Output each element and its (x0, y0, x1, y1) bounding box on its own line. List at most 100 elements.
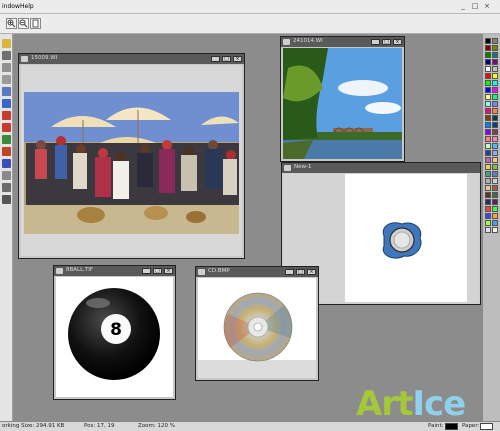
palette-swatch[interactable] (492, 150, 498, 156)
palette-swatch[interactable] (485, 213, 491, 219)
minimize-button[interactable]: _ (371, 39, 380, 45)
palette-swatch[interactable] (485, 38, 491, 44)
palette-swatch[interactable] (485, 199, 491, 205)
palette-swatch[interactable] (492, 122, 498, 128)
palette-swatch[interactable] (492, 136, 498, 142)
minimize-button[interactable]: _ (285, 269, 294, 275)
select-rect-icon[interactable] (2, 63, 11, 72)
eraser-icon[interactable] (2, 159, 11, 168)
palette-swatch[interactable] (492, 45, 498, 51)
palette-swatch[interactable] (492, 192, 498, 198)
maximize-button[interactable]: □ (296, 269, 305, 275)
image-window-15009[interactable]: 15009.WI _ □ × (18, 53, 245, 259)
palette-swatch[interactable] (492, 115, 498, 121)
palette-swatch[interactable] (492, 73, 498, 79)
palette-swatch[interactable] (485, 227, 491, 233)
palette-swatch[interactable] (485, 87, 491, 93)
palette-swatch[interactable] (485, 122, 491, 128)
minimize-button[interactable]: _ (211, 56, 220, 62)
palette-swatch[interactable] (492, 220, 498, 226)
window-canvas[interactable] (283, 48, 402, 159)
arrow-icon[interactable] (2, 51, 11, 60)
palette-swatch[interactable] (492, 66, 498, 72)
page-icon[interactable] (30, 18, 41, 29)
window-title-bar[interactable]: 241014.WI _ □ × (281, 37, 404, 47)
palette-swatch[interactable] (485, 157, 491, 163)
palette-swatch[interactable] (485, 45, 491, 51)
palette-swatch[interactable] (485, 171, 491, 177)
maximize-button[interactable]: □ (153, 268, 162, 274)
maximize-button[interactable]: □ (382, 39, 391, 45)
palette-swatch[interactable] (492, 227, 498, 233)
close-button[interactable]: × (233, 56, 242, 62)
palette-swatch[interactable] (492, 52, 498, 58)
open-icon[interactable] (2, 39, 11, 48)
menu-help[interactable]: Help (20, 3, 34, 10)
palette-swatch[interactable] (492, 108, 498, 114)
palette-swatch[interactable] (492, 185, 498, 191)
palette-swatch[interactable] (485, 59, 491, 65)
close-button[interactable]: × (307, 269, 316, 275)
palette-swatch[interactable] (492, 129, 498, 135)
image-window-cd[interactable]: CD.BMP _ □ × (195, 266, 319, 381)
palette-swatch[interactable] (492, 199, 498, 205)
palette-swatch[interactable] (492, 157, 498, 163)
bucket-icon[interactable] (2, 147, 11, 156)
maximize-button[interactable]: □ (222, 56, 231, 62)
close-button[interactable]: × (393, 39, 402, 45)
palette-swatch[interactable] (485, 185, 491, 191)
app-maximize-button[interactable]: □ (470, 2, 480, 11)
clone-icon[interactable] (2, 135, 11, 144)
palette-swatch[interactable] (492, 59, 498, 65)
stamp-icon[interactable] (2, 171, 11, 180)
palette-swatch[interactable] (485, 220, 491, 226)
zoom-out-icon[interactable] (18, 18, 29, 29)
app-minimize-button[interactable]: _ (458, 2, 468, 11)
app-close-button[interactable]: × (482, 2, 492, 11)
palette-swatch[interactable] (485, 52, 491, 58)
palette-swatch[interactable] (485, 192, 491, 198)
palette-swatch[interactable] (485, 150, 491, 156)
pencil-icon[interactable] (2, 111, 11, 120)
menu-window[interactable]: indow (2, 3, 20, 10)
window-canvas[interactable]: 8 (56, 277, 173, 397)
magnifier-icon[interactable] (2, 87, 11, 96)
eyedropper-icon[interactable] (2, 99, 11, 108)
paint-color-swatch[interactable] (445, 423, 458, 430)
palette-swatch[interactable] (492, 171, 498, 177)
palette-swatch[interactable] (485, 73, 491, 79)
zoom-in-icon[interactable] (6, 18, 17, 29)
palette-swatch[interactable] (492, 38, 498, 44)
lasso-icon[interactable] (2, 75, 11, 84)
palette-swatch[interactable] (492, 87, 498, 93)
palette-swatch[interactable] (492, 206, 498, 212)
window-canvas[interactable] (21, 65, 242, 256)
palette-swatch[interactable] (485, 66, 491, 72)
window-title-bar[interactable]: CD.BMP _ □ × (196, 267, 318, 277)
palette-swatch[interactable] (492, 178, 498, 184)
palette-swatch[interactable] (492, 164, 498, 170)
palette-swatch[interactable] (485, 178, 491, 184)
shapes-icon[interactable] (2, 183, 11, 192)
palette-swatch[interactable] (492, 101, 498, 107)
palette-swatch[interactable] (485, 143, 491, 149)
window-title-bar[interactable]: 15009.WI _ □ × (19, 54, 244, 64)
window-title-bar[interactable]: New-1 (282, 163, 480, 173)
image-window-8ball[interactable]: 8BALL.TIF _ □ × 8 (53, 265, 176, 400)
palette-swatch[interactable] (492, 80, 498, 86)
palette-swatch[interactable] (485, 101, 491, 107)
palette-swatch[interactable] (485, 94, 491, 100)
paper-color-swatch[interactable] (480, 423, 493, 430)
palette-swatch[interactable] (485, 115, 491, 121)
window-canvas[interactable] (198, 278, 316, 378)
close-button[interactable]: × (164, 268, 173, 274)
window-title-bar[interactable]: 8BALL.TIF _ □ × (54, 266, 175, 276)
minimize-button[interactable]: _ (142, 268, 151, 274)
palette-swatch[interactable] (485, 206, 491, 212)
palette-swatch[interactable] (485, 108, 491, 114)
palette-swatch[interactable] (492, 213, 498, 219)
image-window-241014[interactable]: 241014.WI _ □ × (280, 36, 405, 162)
text-icon[interactable] (2, 195, 11, 204)
palette-swatch[interactable] (492, 94, 498, 100)
palette-swatch[interactable] (485, 164, 491, 170)
